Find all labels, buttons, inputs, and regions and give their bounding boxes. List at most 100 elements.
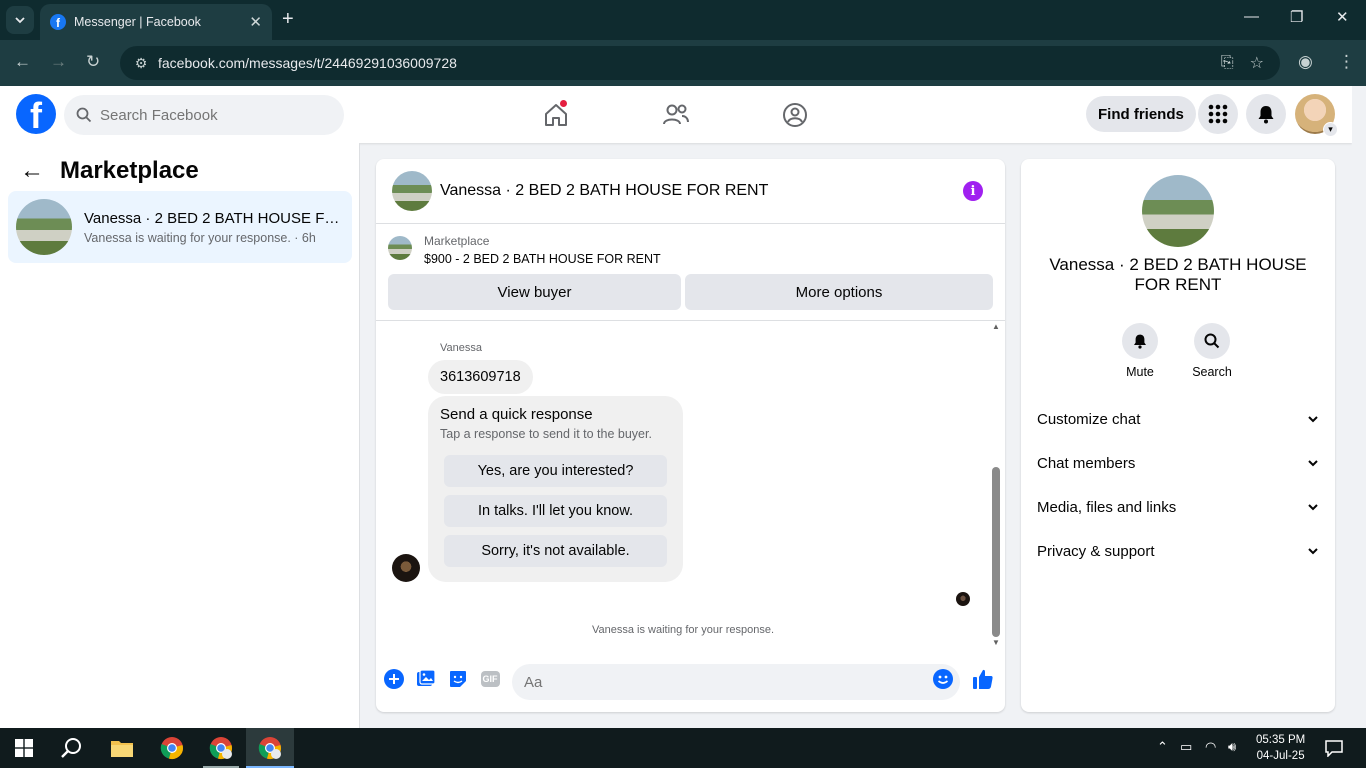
conversation-preview: Vanessa is waiting for your response. · … (84, 230, 316, 245)
nav-home[interactable] (536, 98, 576, 132)
info-icon[interactable]: i (963, 181, 983, 201)
menu-button[interactable] (1198, 94, 1238, 134)
chat-title[interactable]: Vanessa · 2 BED 2 BATH HOUSE FOR RENT (440, 182, 768, 200)
sticker-button[interactable] (447, 668, 469, 690)
reload-icon[interactable]: ↻ (86, 52, 100, 72)
menu-kebab-icon[interactable]: ⋮ (1338, 52, 1355, 72)
scroll-down-icon[interactable]: ▼ (992, 638, 1000, 647)
photo-icon (417, 669, 436, 686)
waiting-status: Vanessa is waiting for your response. (592, 624, 774, 636)
bell-icon (1134, 334, 1146, 349)
groups-icon (783, 103, 807, 127)
quick-response-option[interactable]: In talks. I'll let you know. (444, 495, 667, 527)
facebook-logo-icon[interactable]: f (16, 94, 56, 134)
profile-icon[interactable]: ◉ (1298, 52, 1313, 72)
emoji-icon (933, 669, 953, 689)
sender-avatar (392, 554, 420, 582)
message-input[interactable] (512, 664, 960, 700)
file-explorer-icon[interactable] (110, 736, 134, 760)
section-label: Customize chat (1037, 410, 1141, 428)
account-avatar[interactable]: ▾ (1295, 94, 1338, 137)
scrollbar-thumb[interactable] (992, 467, 1000, 637)
tray-chevron-up-icon[interactable]: ⌃ (1157, 739, 1168, 755)
chrome-profile-icon[interactable] (209, 736, 233, 760)
attach-photo-button[interactable] (415, 668, 437, 690)
conversation-item[interactable]: Vanessa · 2 BED 2 BATH HOUSE FO... Vanes… (8, 191, 352, 263)
chrome-active-icon[interactable] (258, 736, 282, 760)
minimize-icon[interactable]: — (1244, 8, 1259, 25)
media-files-links-section[interactable]: Media, files and links (1037, 487, 1319, 527)
url-text[interactable]: facebook.com/messages/t/2446929103600972… (158, 55, 1221, 71)
site-settings-icon[interactable]: ⚙ (126, 55, 156, 72)
message-bubble[interactable]: 3613609718 (428, 360, 533, 394)
clock-date: 04-Jul-25 (1256, 750, 1305, 762)
close-window-icon[interactable]: ✕ (1336, 8, 1349, 26)
emoji-button[interactable] (932, 668, 954, 690)
quick-response-card: Send a quick response Tap a response to … (428, 396, 683, 582)
chevron-down-icon (15, 17, 25, 24)
tab-title: Messenger | Facebook (74, 15, 201, 29)
friends-icon (663, 104, 689, 125)
page-scrollbar[interactable] (1352, 86, 1366, 728)
search-button-circle (1194, 323, 1230, 359)
new-tab-button[interactable]: + (282, 8, 294, 30)
taskbar-clock[interactable]: 05:35 PM 04-Jul-25 (1256, 732, 1305, 764)
restore-icon[interactable]: ❐ (1290, 8, 1303, 26)
quick-response-option[interactable]: Sorry, it's not available. (444, 535, 667, 567)
chrome-icon[interactable] (160, 736, 184, 760)
listing-thumbnail (388, 236, 412, 260)
scroll-up-icon[interactable]: ▲ (992, 322, 1000, 331)
bell-icon (1258, 106, 1274, 124)
windows-start-icon[interactable] (12, 736, 36, 760)
notification-center-icon[interactable] (1322, 736, 1346, 760)
browser-tab-messenger[interactable]: f Messenger | Facebook ✕ (40, 4, 272, 40)
section-label: Chat members (1037, 454, 1136, 472)
back-icon[interactable]: ← (14, 52, 31, 72)
thumbs-up-icon (973, 669, 993, 689)
search-action[interactable]: Search (1182, 323, 1242, 379)
find-friends-button[interactable]: Find friends (1086, 96, 1196, 132)
nav-friends[interactable] (656, 98, 696, 132)
nav-groups[interactable] (775, 98, 815, 132)
notifications-button[interactable] (1246, 94, 1286, 134)
customize-chat-section[interactable]: Customize chat (1037, 399, 1319, 439)
install-app-icon[interactable]: ⎘ (1221, 54, 1234, 72)
search-icon (76, 107, 92, 123)
privacy-support-section[interactable]: Privacy & support (1037, 531, 1319, 571)
taskbar-search-icon[interactable] (60, 736, 84, 760)
volume-icon[interactable]: 🔊︎ (1228, 739, 1236, 755)
back-arrow-icon[interactable]: ← (20, 157, 44, 185)
search-input[interactable] (100, 106, 320, 124)
chat-members-section[interactable]: Chat members (1037, 443, 1319, 483)
panel-header: ← Marketplace (20, 157, 199, 185)
notification-dot (559, 99, 568, 108)
chat-header: Vanessa · 2 BED 2 BATH HOUSE FOR RENT i (376, 159, 1005, 224)
conversation-details-panel: Vanessa · 2 BED 2 BATH HOUSE FOR RENT Mu… (1021, 159, 1335, 712)
battery-icon[interactable]: ▭ (1180, 739, 1192, 755)
message-thread: Vanessa 3613609718 Send a quick response… (376, 322, 1005, 652)
clock-time: 05:35 PM (1256, 734, 1306, 746)
gif-button[interactable]: GIF (479, 668, 501, 690)
browser-tab-bar: f Messenger | Facebook ✕ + — ❐ ✕ (0, 0, 1366, 40)
message-scrollbar[interactable]: ▲ ▼ (991, 322, 1001, 652)
address-bar[interactable]: ⚙ facebook.com/messages/t/24469291036009… (120, 46, 1280, 80)
forward-icon[interactable]: → (50, 52, 67, 72)
view-buyer-button[interactable]: View buyer (388, 274, 681, 310)
like-button[interactable] (972, 668, 994, 690)
more-options-button[interactable]: More options (685, 274, 993, 310)
section-label: Privacy & support (1037, 542, 1155, 560)
tab-search-button[interactable] (6, 6, 34, 34)
close-tab-icon[interactable]: ✕ (249, 13, 262, 31)
bookmark-star-icon[interactable]: ☆ (1250, 53, 1264, 73)
wifi-icon[interactable]: ◠ (1205, 739, 1216, 755)
mute-action[interactable]: Mute (1110, 323, 1170, 379)
more-actions-button[interactable] (383, 668, 405, 690)
details-name: Vanessa · 2 BED 2 BATH HOUSE FOR RENT (1049, 255, 1307, 294)
listing-avatar-large (1142, 175, 1214, 247)
facebook-search-box[interactable] (64, 95, 344, 135)
quick-response-option[interactable]: Yes, are you interested? (444, 455, 667, 487)
sticker-icon (450, 671, 466, 687)
mute-label: Mute (1126, 365, 1154, 379)
listing-avatar[interactable] (392, 171, 432, 211)
listing-price-title[interactable]: $900 - 2 BED 2 BATH HOUSE FOR RENT (424, 252, 661, 266)
